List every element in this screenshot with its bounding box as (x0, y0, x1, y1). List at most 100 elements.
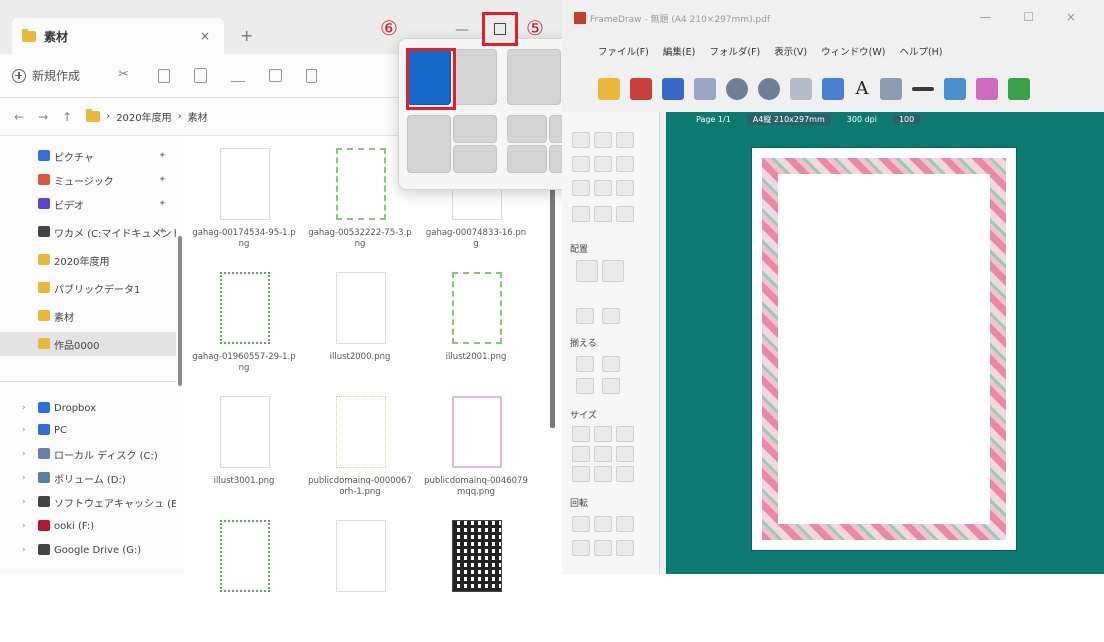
save-icon[interactable] (662, 78, 684, 100)
sidebar-item[interactable]: ワカメ (C:マイドキュメント) (E:)✦ (0, 220, 176, 244)
delete-icon[interactable] (306, 68, 318, 83)
sidebar-item[interactable]: › ローカル ディスク (C:) (0, 442, 176, 466)
group-icon[interactable] (576, 308, 594, 324)
file-item[interactable]: publicdomainq-0046079mqq.png (420, 388, 532, 518)
file-item[interactable]: gahag-00174534-95-1.png (188, 140, 300, 270)
forward-icon[interactable]: → (38, 110, 48, 124)
print-icon[interactable] (694, 78, 716, 100)
size-btn-8-icon[interactable] (594, 466, 612, 482)
size-btn-6-icon[interactable] (616, 446, 634, 462)
size-btn-4-icon[interactable] (572, 446, 590, 462)
snap-zone-quad-1[interactable] (507, 115, 547, 143)
up-icon[interactable]: ↑ (62, 110, 72, 124)
chevron-right-icon[interactable]: › (22, 473, 26, 483)
snap-zone-right-half[interactable] (453, 49, 497, 105)
curve-icon[interactable] (880, 78, 902, 100)
chevron-right-icon[interactable]: › (22, 497, 26, 507)
line-icon[interactable] (912, 87, 934, 91)
file-item[interactable]: illust2000.png (304, 264, 416, 394)
align-top-icon[interactable] (572, 156, 590, 172)
minimize-icon[interactable]: — (455, 22, 469, 38)
file-item[interactable]: illust3001.png (188, 388, 300, 518)
menu-view[interactable]: 表示(V) (774, 44, 807, 58)
sidebar-item[interactable]: ピクチャ ✦ (0, 144, 176, 168)
size-btn-3-icon[interactable] (616, 426, 634, 442)
rotate-btn-3-icon[interactable] (616, 516, 634, 532)
chevron-right-icon[interactable]: › (22, 425, 26, 435)
sidebar-item[interactable]: パブリックデータ1 (0, 276, 176, 300)
new-tab-icon[interactable]: + (240, 26, 253, 45)
shape-icon[interactable] (944, 78, 966, 100)
flip-btn-2-icon[interactable] (594, 540, 612, 556)
rename-icon[interactable] (231, 70, 246, 82)
center-h-icon[interactable] (572, 206, 590, 222)
sidebar-item[interactable]: › PC (0, 418, 176, 442)
scrollbar[interactable] (178, 236, 182, 386)
sidebar-item[interactable]: › ooki (F:) (0, 514, 176, 538)
maximize-button[interactable] (482, 12, 518, 46)
sidebar-item[interactable]: › ボリューム (D:) (0, 466, 176, 490)
flower-frame-image[interactable] (762, 158, 1006, 540)
sidebar-item[interactable]: ビデオ ✦ (0, 192, 176, 216)
menu-help[interactable]: ヘルプ(H) (899, 44, 942, 58)
bring-front-icon[interactable] (576, 260, 598, 282)
send-back-icon[interactable] (602, 260, 624, 282)
palette-icon[interactable] (630, 78, 652, 100)
file-item[interactable] (420, 512, 532, 642)
align-bottom-icon[interactable] (616, 156, 634, 172)
align-btn-1-icon[interactable] (576, 356, 594, 372)
text-tool-icon[interactable]: A (854, 78, 870, 100)
align-btn-2-icon[interactable] (602, 356, 620, 372)
rotate-btn-1-icon[interactable] (572, 516, 590, 532)
snap-zone-left[interactable] (407, 115, 451, 173)
snap-zone-top-right[interactable] (453, 115, 497, 143)
snap-zone-quad-3[interactable] (507, 145, 547, 173)
align-left-icon[interactable] (572, 132, 590, 148)
paste-icon[interactable] (194, 68, 208, 83)
snap-zone-bottom-right[interactable] (453, 145, 497, 173)
sidebar-item[interactable]: 作品0000 (0, 332, 176, 356)
breadcrumb[interactable]: › 2020年度用 › 素材 (86, 109, 208, 124)
sidebar-item[interactable]: 2020年度用 (0, 248, 176, 272)
file-item[interactable] (188, 512, 300, 642)
file-item[interactable]: publicdomainq-0000067orh-1.png (304, 388, 416, 518)
breadcrumb-item[interactable]: 素材 (188, 109, 208, 124)
align-center-icon[interactable] (594, 132, 612, 148)
size-btn-2-icon[interactable] (594, 426, 612, 442)
breadcrumb-item[interactable]: 2020年度用 (116, 109, 171, 124)
file-item[interactable]: gahag-01960557-29-1.png (188, 264, 300, 394)
chevron-right-icon[interactable]: › (22, 521, 26, 531)
ungroup-icon[interactable] (602, 308, 620, 324)
menu-edit[interactable]: 編集(E) (663, 44, 695, 58)
window-controls[interactable]: — ☐ × (980, 10, 1090, 24)
file-item[interactable] (304, 512, 416, 642)
sidebar-item[interactable]: ミュージック ✦ (0, 168, 176, 192)
snap-zone-two-thirds[interactable] (507, 49, 561, 105)
effects-icon[interactable] (976, 78, 998, 100)
sidebar-item[interactable]: › Dropbox (0, 396, 176, 420)
sidebar-item[interactable]: › ソフトウェアキャッシュ (E:) (0, 490, 176, 514)
rotate-btn-2-icon[interactable] (594, 516, 612, 532)
align-btn-4-icon[interactable] (602, 378, 620, 394)
copy-icon[interactable] (790, 78, 812, 100)
align-middle-icon[interactable] (594, 156, 612, 172)
cut-icon[interactable] (118, 67, 134, 84)
align-right-icon[interactable] (616, 132, 634, 148)
flip-btn-1-icon[interactable] (572, 540, 590, 556)
back-icon[interactable]: ← (14, 110, 24, 124)
redo-icon[interactable] (758, 78, 780, 100)
align-btn-3-icon[interactable] (576, 378, 594, 394)
layers-icon[interactable] (1008, 78, 1030, 100)
document-page[interactable] (752, 148, 1016, 550)
center-v-icon[interactable] (594, 206, 612, 222)
size-btn-1-icon[interactable] (572, 426, 590, 442)
menu-folder[interactable]: フォルダ(F) (709, 44, 760, 58)
menu-file[interactable]: ファイル(F) (598, 44, 649, 58)
chevron-right-icon[interactable]: › (22, 449, 26, 459)
chevron-right-icon[interactable]: › (22, 403, 26, 413)
canvas-area[interactable]: Page 1/1 A4縦 210x297mm 300 dpi 100 (666, 112, 1104, 574)
distribute-icon[interactable] (616, 180, 634, 196)
undo-icon[interactable] (726, 78, 748, 100)
new-button[interactable]: 新規作成 (12, 67, 94, 84)
share-icon[interactable] (269, 69, 283, 82)
